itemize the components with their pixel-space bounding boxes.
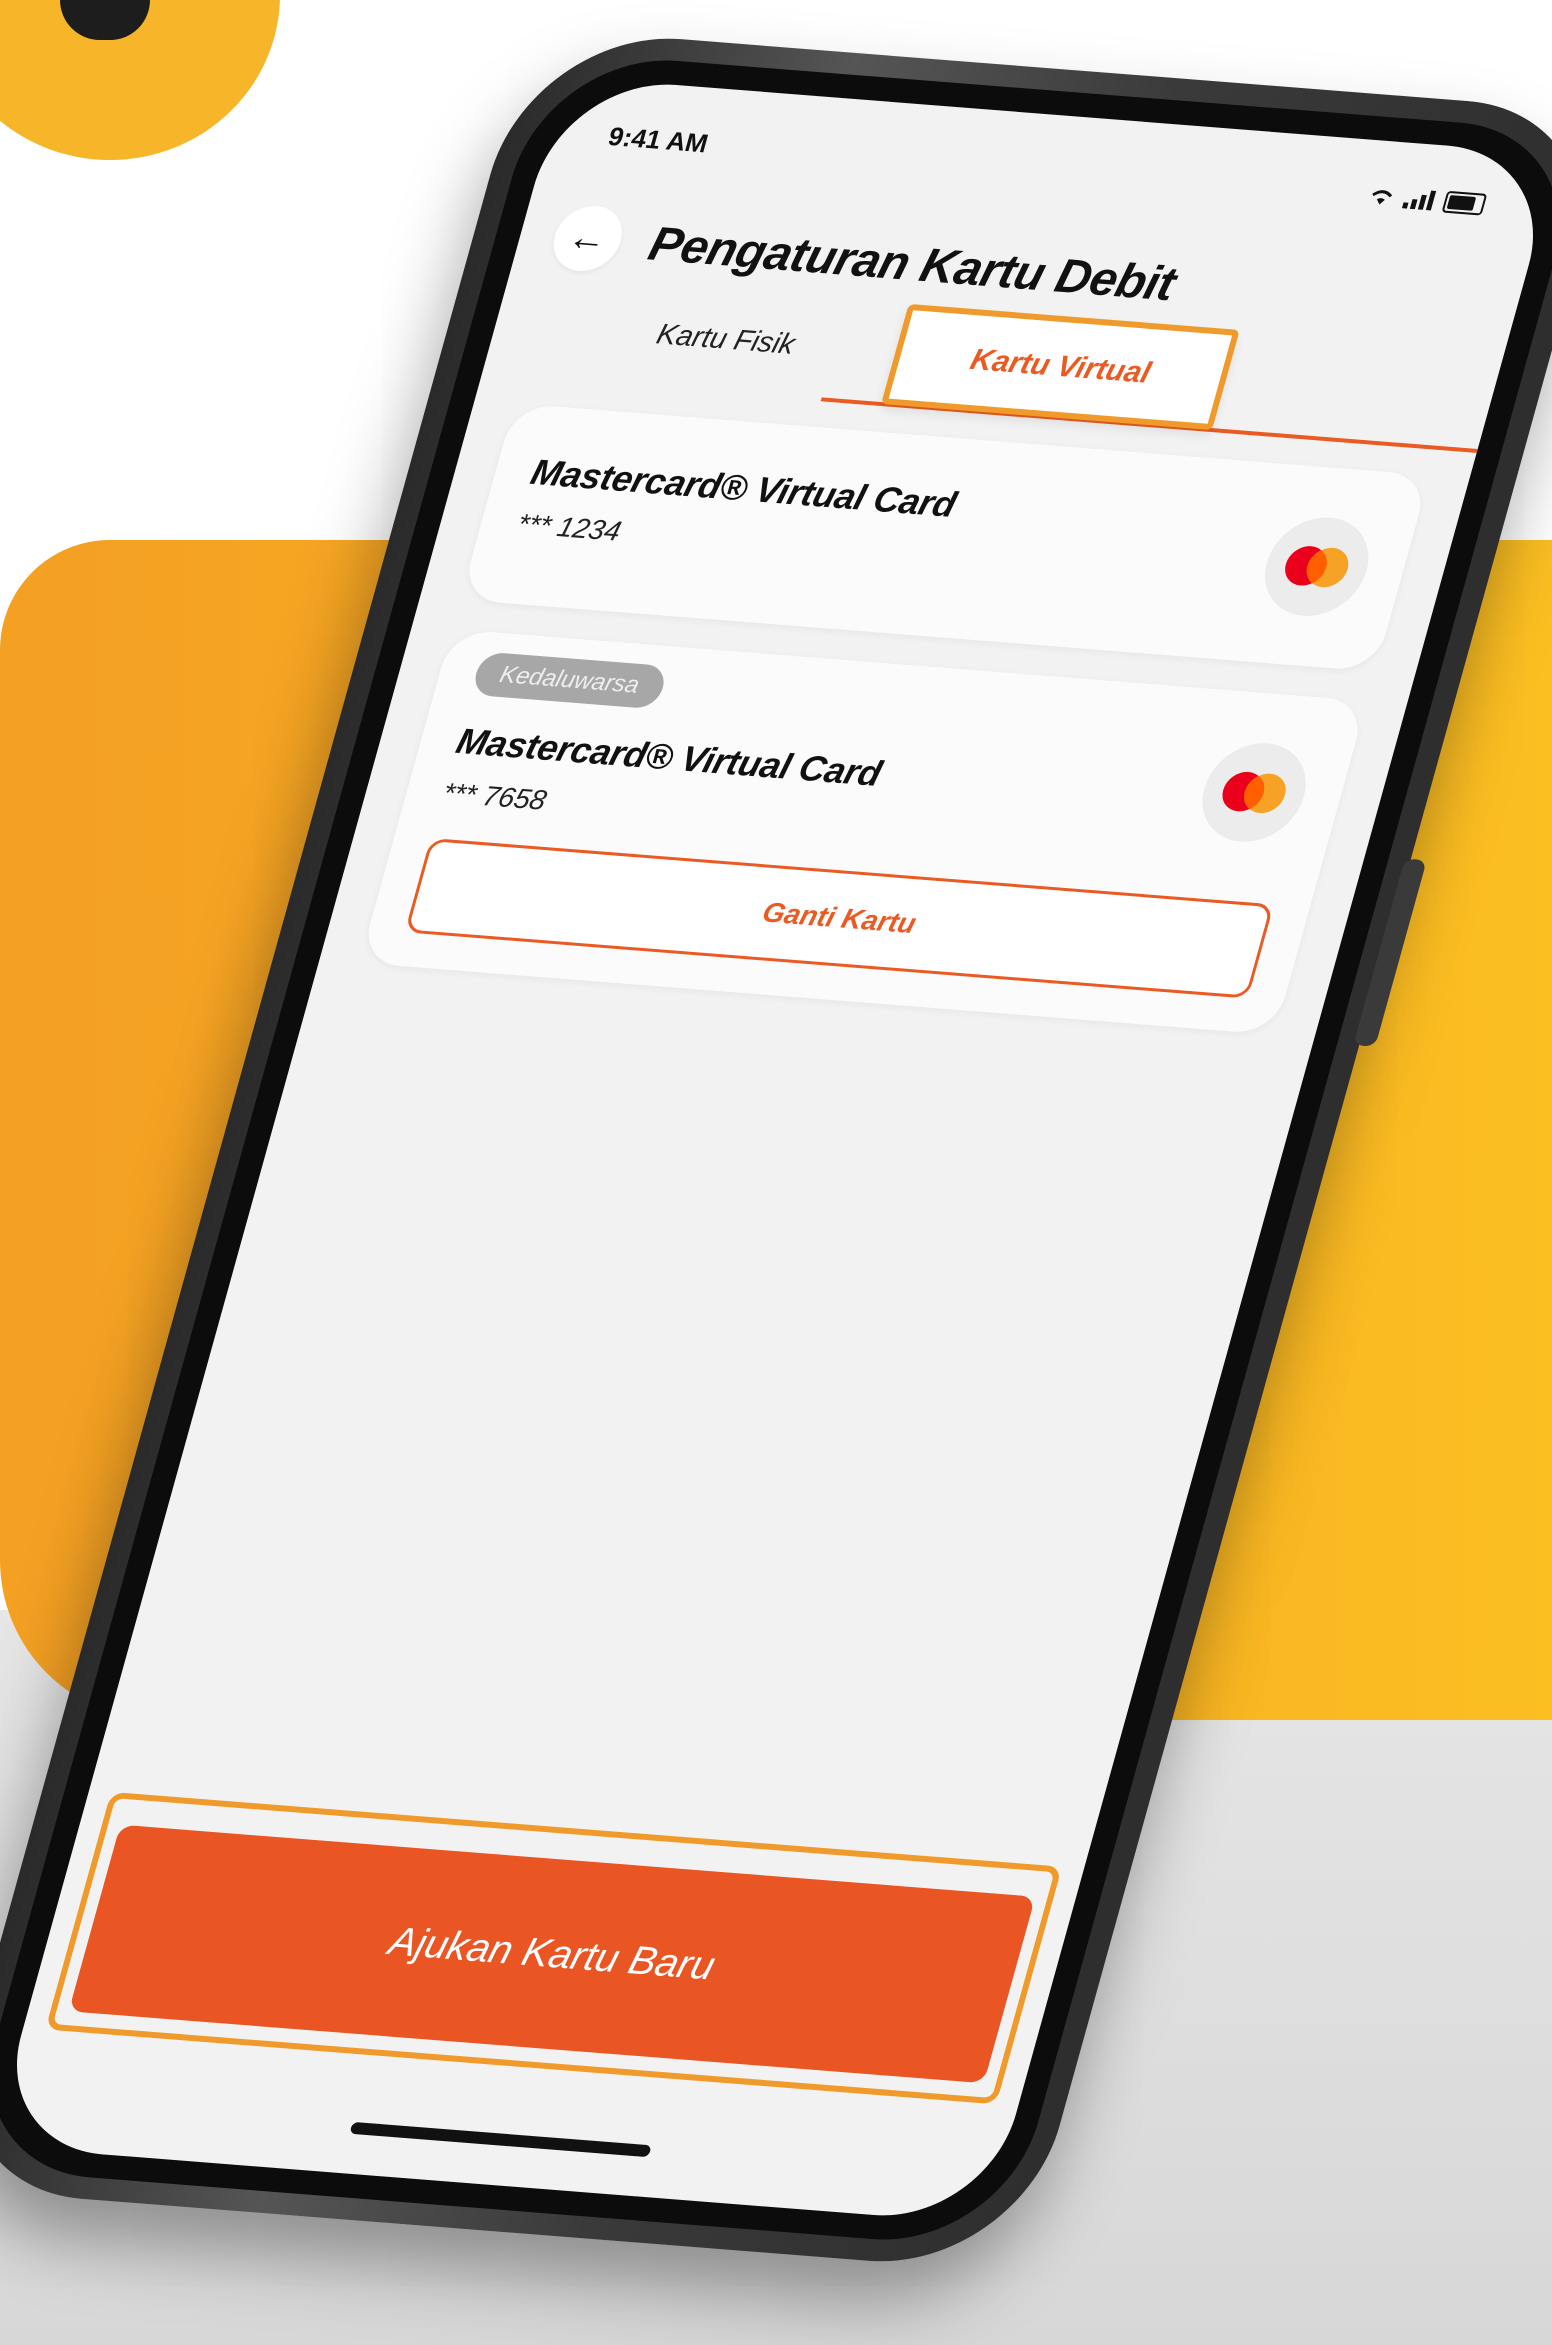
signal-icon: [1401, 190, 1437, 211]
page-title: Pengaturan Kartu Debit: [643, 217, 1182, 311]
tab-kartu-fisik[interactable]: Kartu Fisik: [582, 313, 870, 367]
virtual-card-item-expired[interactable]: Kedaluwarsa Mastercard® Virtual Card ***…: [359, 629, 1368, 1035]
status-icons: [1366, 185, 1488, 216]
back-button[interactable]: ←: [545, 203, 630, 274]
status-time: 9:41 AM: [605, 120, 712, 158]
mastercard-circles: [1285, 546, 1349, 588]
card-number: *** 7658: [439, 777, 550, 816]
wifi-icon: [1372, 190, 1393, 205]
mastercard-logo-icon: [1190, 739, 1318, 846]
arrow-left-icon: ←: [563, 215, 613, 261]
card-number: *** 1234: [513, 508, 625, 547]
home-indicator: [349, 2121, 652, 2158]
mastercard-circles: [1222, 771, 1286, 814]
status-badge: Kedaluwarsa: [470, 651, 669, 710]
mastercard-logo-icon: [1253, 513, 1381, 620]
battery-icon: [1441, 190, 1488, 216]
replace-card-button[interactable]: Ganti Kartu: [404, 838, 1275, 999]
